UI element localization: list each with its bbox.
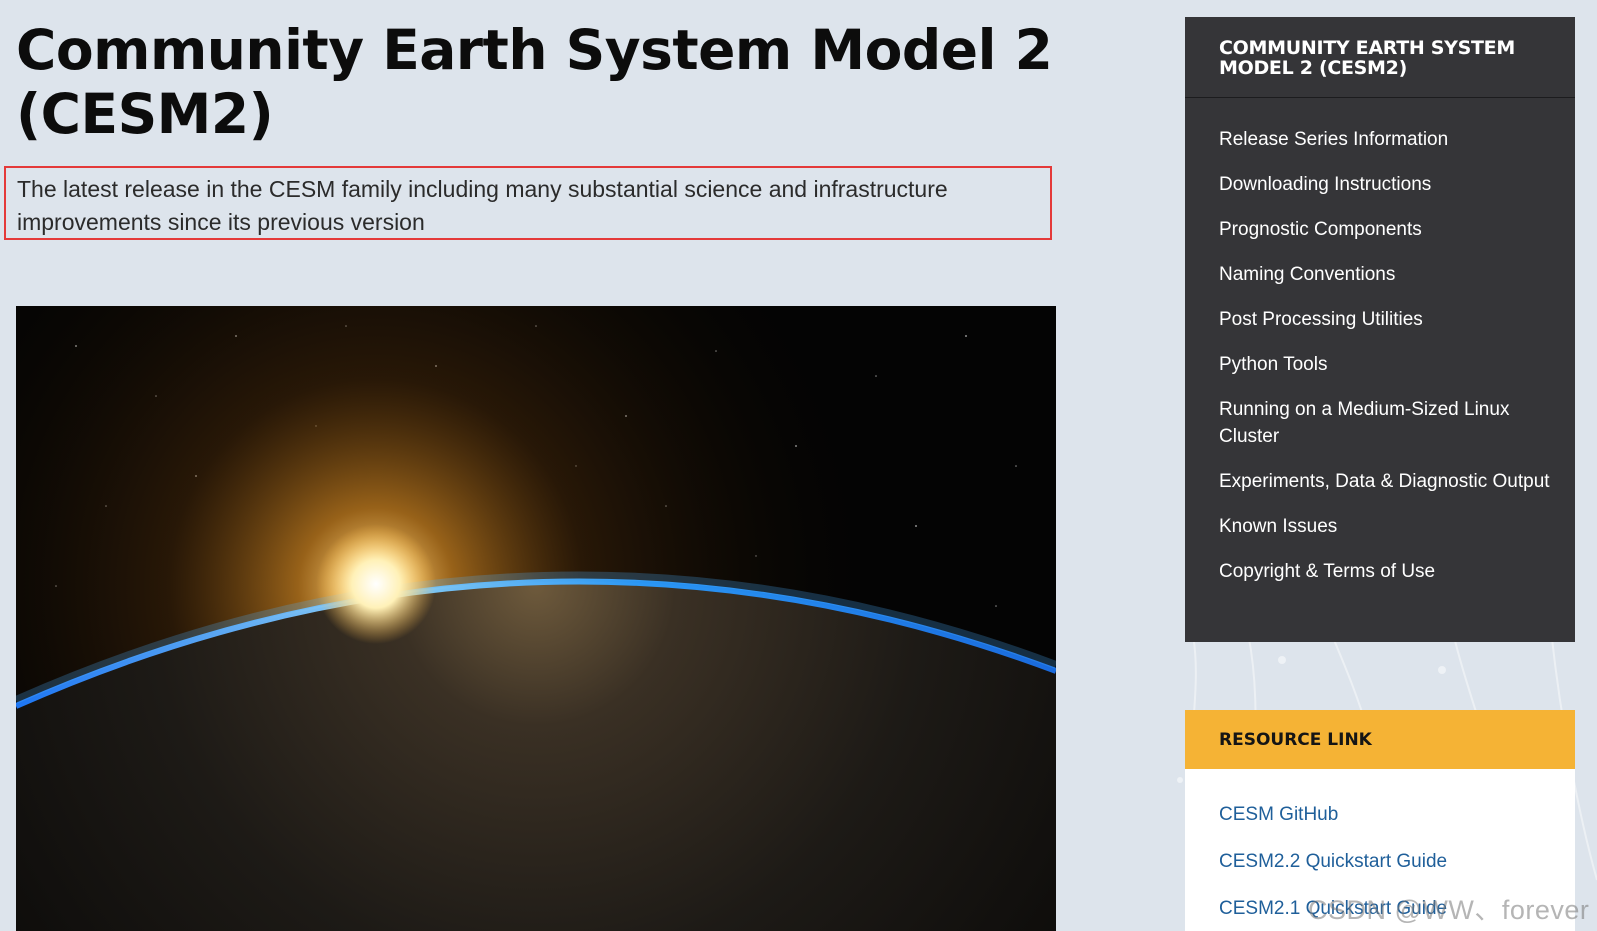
page-subtitle: The latest release in the CESM family in… [17,176,948,235]
page-title: Community Earth System Model 2 (CESM2) [16,18,1053,146]
sidebar-item-copyright[interactable]: Copyright & Terms of Use [1219,558,1555,585]
sidebar-item-prognostic-components[interactable]: Prognostic Components [1219,216,1555,243]
sidebar-item-experiments-data[interactable]: Experiments, Data & Diagnostic Output [1219,468,1555,495]
sidebar-nav: COMMUNITY EARTH SYSTEM MODEL 2 (CESM2) R… [1185,17,1575,642]
sidebar-item-downloading[interactable]: Downloading Instructions [1219,171,1555,198]
page: Community Earth System Model 2 (CESM2) T… [0,0,1597,931]
earth-sunrise-illustration [16,306,1056,931]
resource-link-cesm-github[interactable]: CESM GitHub [1219,803,1555,827]
sidebar-list: Release Series Information Downloading I… [1185,98,1575,585]
sidebar-item-known-issues[interactable]: Known Issues [1219,513,1555,540]
subtitle-highlight-box: The latest release in the CESM family in… [4,166,1052,240]
sidebar-item-python-tools[interactable]: Python Tools [1219,351,1555,378]
sidebar-title: COMMUNITY EARTH SYSTEM MODEL 2 (CESM2) [1219,37,1515,79]
resource-link-cesm22-quickstart[interactable]: CESM2.2 Quickstart Guide [1219,850,1555,874]
sidebar-item-release-series[interactable]: Release Series Information [1219,126,1555,153]
hero-image-earth-sunrise [16,306,1056,931]
resource-title: RESOURCE LINK [1219,730,1372,750]
resource-header: RESOURCE LINK [1185,710,1575,769]
sidebar-item-naming-conventions[interactable]: Naming Conventions [1219,261,1555,288]
sidebar-item-linux-cluster[interactable]: Running on a Medium-Sized Linux Cluster [1219,396,1555,450]
sidebar-item-post-processing[interactable]: Post Processing Utilities [1219,306,1555,333]
sidebar-header: COMMUNITY EARTH SYSTEM MODEL 2 (CESM2) [1185,17,1575,98]
watermark: CSDN @WW、forever [1308,895,1590,925]
